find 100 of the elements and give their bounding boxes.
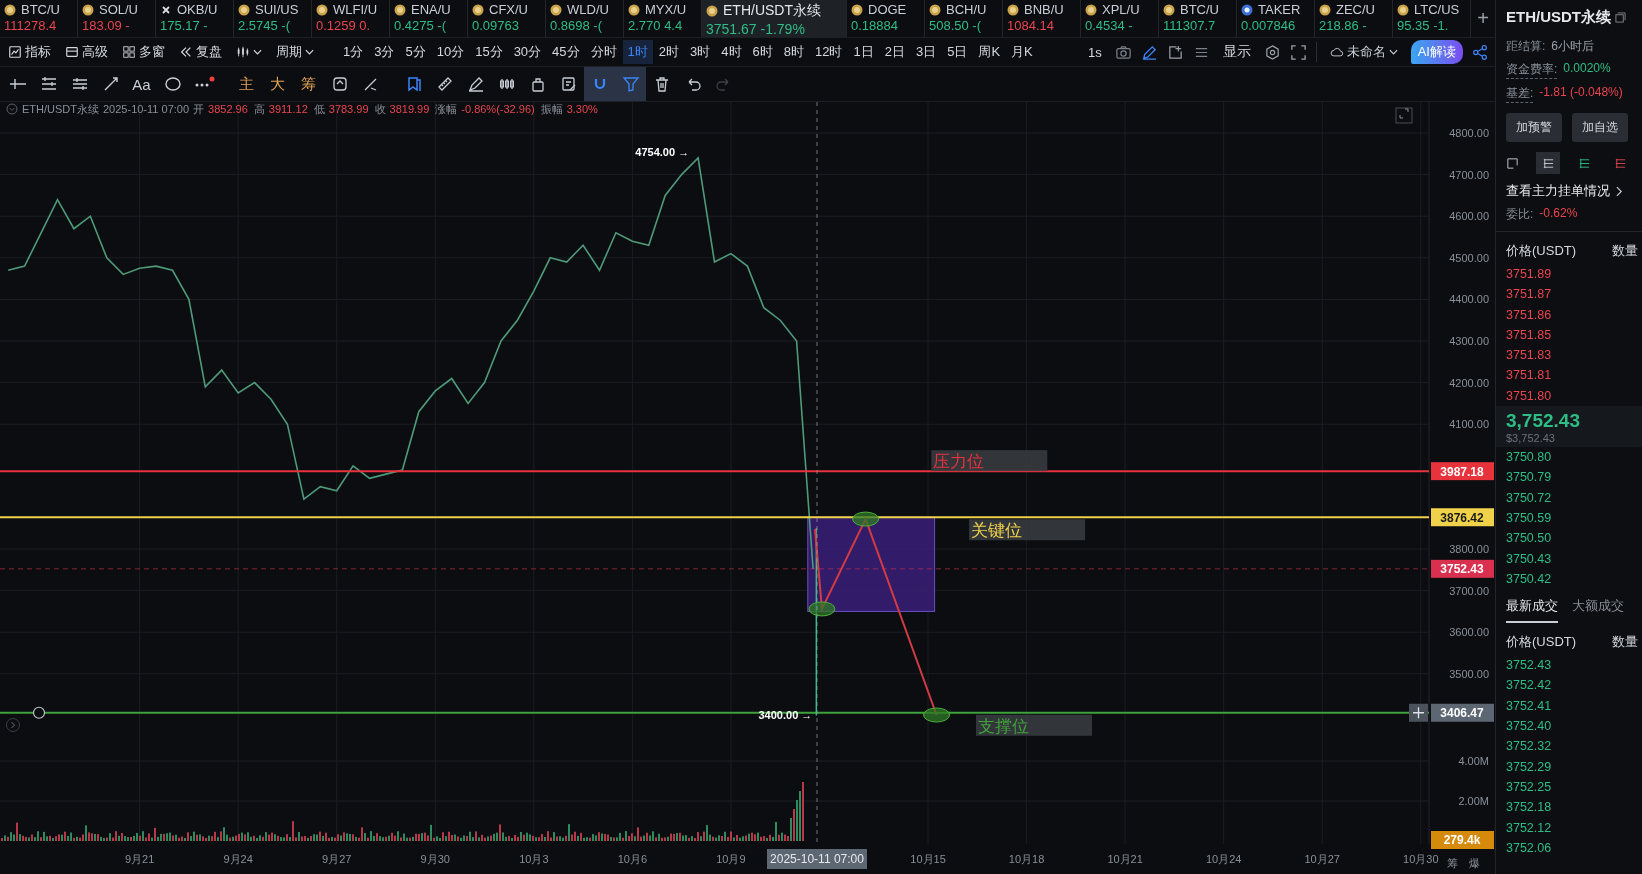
trades-tab[interactable]: 大额成交: [1572, 593, 1624, 624]
coin-icon: [628, 3, 640, 16]
interval-tab[interactable]: 10分: [431, 40, 470, 64]
candle-time: 2025-10-11 07:00: [103, 103, 190, 115]
ticker-tab[interactable]: ZEC/U 218.86 -: [1315, 0, 1393, 37]
ticker-price: 111278.4: [4, 18, 58, 33]
interval-tab[interactable]: 12时: [810, 40, 848, 64]
ticker-tab[interactable]: BTC/U 111278.4: [0, 0, 78, 37]
period-dropdown[interactable]: 周期: [272, 41, 318, 63]
interval-tab[interactable]: 30分: [508, 40, 547, 64]
drawing-tool[interactable]: Aa: [126, 67, 157, 101]
magnet-tool[interactable]: [584, 67, 615, 101]
ticker-price: 0.09763: [472, 18, 520, 33]
ticker-tab[interactable]: WLD/U 0.8698 -(: [546, 0, 624, 37]
rewind-icon: [179, 45, 193, 59]
pivot-ellipse: [852, 511, 880, 527]
interval-tab[interactable]: 15分: [470, 40, 508, 64]
toolbar-button[interactable]: 指标: [4, 41, 55, 63]
add-window-icon[interactable]: [1166, 43, 1184, 61]
caret-icon: [305, 49, 314, 55]
interval-tab[interactable]: 6时: [747, 40, 778, 64]
ticker-tab[interactable]: CFX/U 0.09763: [468, 0, 546, 37]
coin-icon: [1163, 3, 1175, 16]
date-tick: 10月9: [716, 853, 746, 865]
share-icon[interactable]: [1472, 43, 1489, 61]
interval-tab[interactable]: 月K: [1006, 40, 1038, 64]
display-button[interactable]: 显示: [1218, 41, 1255, 63]
ohlc-value: 3911.12: [268, 103, 308, 115]
toolbar-button[interactable]: 复盘: [175, 41, 226, 63]
interval-tab[interactable]: 4时: [716, 40, 747, 64]
ohlc-label: 高: [253, 101, 265, 117]
interval-tab[interactable]: 5日: [942, 40, 973, 64]
panel-button[interactable]: 加自选: [1572, 113, 1628, 142]
last-price-usd: $3,752.43: [1506, 432, 1556, 445]
trade-price: 3752.41: [1506, 697, 1553, 715]
ticker-tab[interactable]: BTC/U 111307.7: [1159, 0, 1237, 37]
drawing-tool[interactable]: 主: [231, 67, 262, 101]
interval-tab[interactable]: 3分: [369, 40, 400, 64]
panel-button[interactable]: 加预警: [1506, 113, 1562, 142]
ticker-tab[interactable]: SOL/U 183.09 -: [78, 0, 156, 37]
add-tab-button[interactable]: +: [1471, 0, 1495, 37]
interval-tab[interactable]: 3时: [685, 40, 716, 64]
trade-price: 3752.42: [1506, 677, 1553, 695]
toolbar-button[interactable]: 高级: [61, 41, 112, 63]
axis-toggle-button[interactable]: 筹: [1446, 857, 1458, 869]
ticker-tab[interactable]: SUI/US 2.5745 -(: [234, 0, 312, 37]
ticker-tab[interactable]: BCH/U 508.50 -(: [925, 0, 1003, 37]
pencil-icon[interactable]: [1140, 43, 1158, 61]
interval-tab[interactable]: 8时: [778, 40, 809, 64]
drawing-tool[interactable]: 筹: [293, 67, 324, 101]
ticker-symbol: ETH/USDT永续: [723, 2, 821, 20]
camera-icon[interactable]: [1114, 43, 1132, 61]
interval-tab[interactable]: 1日: [848, 40, 879, 64]
layout-dropdown[interactable]: 未命名: [1325, 41, 1402, 63]
book-view-tab[interactable]: [1536, 152, 1560, 174]
interval-tab[interactable]: 45分: [547, 40, 585, 64]
interval-tab[interactable]: 1时: [622, 40, 653, 64]
drawing-tool[interactable]: 大: [262, 67, 293, 101]
interval-tab[interactable]: 3日: [910, 40, 942, 64]
trade-price: 3752.12: [1506, 819, 1553, 837]
ticker-symbol: BCH/U: [946, 2, 987, 17]
toolbar-button[interactable]: 多窗: [118, 41, 169, 63]
ticker-tab[interactable]: LTC/US 95.35 -1.: [1393, 0, 1471, 37]
ohlc-value: 3783.99: [328, 103, 369, 115]
interval-tab[interactable]: 周K: [973, 40, 1006, 64]
ticker-symbol: ZEC/U: [1336, 2, 1375, 17]
depth-link[interactable]: 查看主力挂单情况: [1506, 182, 1642, 200]
column-header: 价格(USDT): [1506, 242, 1577, 260]
column-header: 价格(USDT): [1506, 633, 1577, 652]
column-header: 数量: [1612, 633, 1638, 652]
trades-tab[interactable]: 最新成交: [1506, 593, 1558, 624]
fullscreen-icon[interactable]: [1289, 43, 1307, 61]
interval-tab[interactable]: 2时: [653, 40, 685, 64]
ticker-tab[interactable]: WLFI/U 0.1259 0.: [312, 0, 390, 37]
ticker-price: 0.18884: [851, 18, 899, 33]
ticker-tab[interactable]: DOGE 0.18884: [847, 0, 925, 37]
interval-tab[interactable]: 2日: [879, 40, 910, 64]
ai-analysis-button[interactable]: AI解读: [1410, 40, 1463, 64]
line-handle[interactable]: [32, 706, 46, 719]
caret-icon: [1388, 49, 1398, 55]
ticker-symbol: SUI/US: [255, 2, 299, 17]
interval-tab[interactable]: 分时: [585, 40, 622, 64]
add-alert-button[interactable]: [1409, 703, 1428, 722]
second-interval-button[interactable]: 1s: [1083, 42, 1106, 62]
copy-icon[interactable]: [1615, 11, 1626, 23]
axis-toggle-button[interactable]: 爆: [1468, 857, 1480, 869]
ticker-tab[interactable]: TAKER 0.007846: [1237, 0, 1315, 37]
bid-price: 3750.42: [1506, 570, 1553, 588]
settings-icon[interactable]: [1263, 43, 1281, 61]
interval-tab[interactable]: 5分: [400, 40, 431, 64]
ticker-tab[interactable]: ENA/U 0.4275 -(: [390, 0, 468, 37]
interval-tab[interactable]: 1分: [338, 40, 369, 64]
multi-line-icon: [39, 75, 58, 93]
stat-label: 资金费率:: [1506, 61, 1558, 79]
ref-line-label: 3752.43: [1440, 562, 1485, 577]
ticker-tab[interactable]: OKB/U 175.17 -: [156, 0, 234, 37]
ticker-tab[interactable]: BNB/U 1084.14: [1003, 0, 1081, 37]
ticker-tab[interactable]: ETH/USDT永续 3751.67 -1.79%: [702, 0, 847, 37]
coin-icon: [472, 3, 484, 16]
ticker-tab[interactable]: XPL/U 0.4534 -: [1081, 0, 1159, 37]
